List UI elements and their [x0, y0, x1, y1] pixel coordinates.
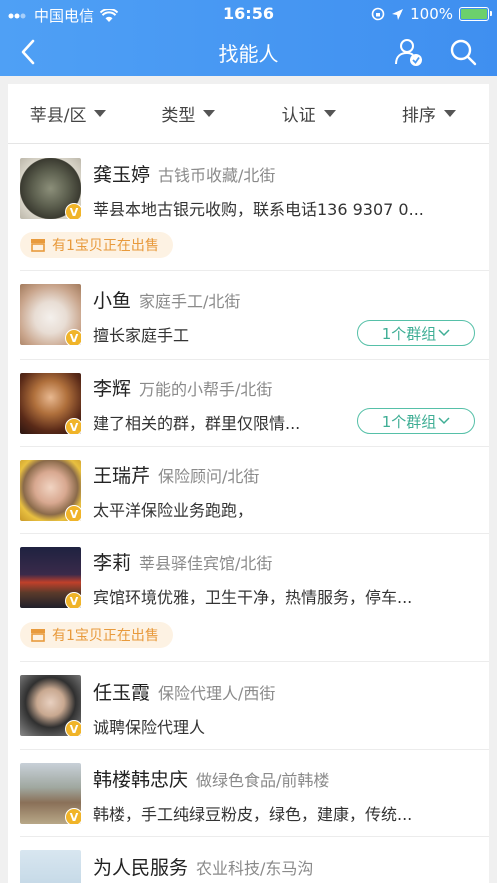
filter-label: 认证	[281, 106, 316, 126]
list-item[interactable]: V 龚玉婷 古钱币收藏/北街 莘县本地古银元收购，联系电话136 9307 0..…	[20, 144, 489, 271]
status-bar: 中国电信 16:56 100%	[0, 0, 497, 28]
caret-down-icon	[203, 110, 216, 117]
verified-badge-icon: V	[65, 720, 81, 736]
group-button[interactable]: 1个群组	[357, 408, 475, 434]
filter-sort[interactable]: 排序	[369, 84, 489, 143]
person-name: 李辉	[93, 378, 132, 400]
group-label: 1个群组	[381, 412, 437, 431]
rotation-lock-icon	[371, 7, 385, 21]
person-name: 韩楼韩忠庆	[93, 769, 189, 791]
chevron-down-icon	[438, 417, 450, 425]
user-verify-icon[interactable]	[393, 36, 425, 68]
avatar: V	[20, 547, 81, 608]
group-button[interactable]: 1个群组	[357, 320, 475, 346]
person-desc: 宾馆环境优雅，卫生干净，热情服务，停车...	[93, 588, 413, 607]
person-tag: 农业科技/东马沟	[196, 859, 314, 878]
list-item[interactable]: 为人民服务 农业科技/东马沟	[20, 837, 489, 883]
person-name: 小鱼	[93, 290, 132, 312]
verified-badge-icon: V	[65, 505, 81, 521]
verified-badge-icon: V	[65, 592, 81, 608]
person-tag: 莘县驿佳宾馆/北街	[139, 554, 273, 573]
on-sale-tag[interactable]: 有1宝贝正在出售	[20, 622, 173, 648]
list-item[interactable]: V 李辉 万能的小帮手/北街 建了相关的群，群里仅限情... 1个群组	[20, 360, 489, 447]
avatar	[20, 850, 81, 883]
avatar: V	[20, 675, 81, 736]
verified-badge-icon: V	[65, 329, 81, 345]
on-sale-label: 有1宝贝正在出售	[52, 628, 159, 644]
verified-badge-icon: V	[65, 418, 81, 434]
battery-percent: 100%	[410, 5, 453, 23]
person-name: 李莉	[93, 552, 132, 574]
list-item[interactable]: V 王瑞芹 保险顾问/北街 太平洋保险业务跑跑，	[20, 447, 489, 534]
avatar: V	[20, 373, 81, 434]
person-name: 任玉霞	[93, 682, 151, 704]
person-desc: 建了相关的群，群里仅限情...	[93, 414, 301, 433]
group-label: 1个群组	[381, 324, 437, 343]
shop-icon	[31, 239, 45, 252]
filter-label: 排序	[401, 106, 436, 126]
avatar: V	[20, 763, 81, 824]
caret-down-icon	[443, 110, 456, 117]
on-sale-tag[interactable]: 有1宝贝正在出售	[20, 232, 173, 258]
person-desc: 韩楼，手工纯绿豆粉皮，绿色，建康，传统...	[93, 805, 413, 824]
avatar: V	[20, 460, 81, 521]
person-name: 王瑞芹	[93, 465, 151, 487]
nav-bar: 找能人	[0, 28, 497, 76]
avatar: V	[20, 284, 81, 345]
people-list: V 龚玉婷 古钱币收藏/北街 莘县本地古银元收购，联系电话136 9307 0..…	[8, 144, 489, 883]
chevron-down-icon	[438, 329, 450, 337]
filter-district[interactable]: 莘县/区	[8, 84, 128, 143]
person-desc: 擅长家庭手工	[93, 326, 190, 345]
caret-down-icon	[323, 110, 336, 117]
verified-badge-icon: V	[65, 808, 81, 824]
person-tag: 万能的小帮手/北街	[139, 380, 273, 399]
list-item[interactable]: V 韩楼韩忠庆 做绿色食品/前韩楼 韩楼，手工纯绿豆粉皮，绿色，建康，传统...	[20, 750, 489, 837]
person-desc: 太平洋保险业务跑跑，	[93, 501, 254, 520]
shop-icon	[31, 629, 45, 642]
list-item[interactable]: V 任玉霞 保险代理人/西街 诚聘保险代理人	[20, 662, 489, 750]
person-tag: 做绿色食品/前韩楼	[196, 771, 330, 790]
list-item[interactable]: V 李莉 莘县驿佳宾馆/北街 宾馆环境优雅，卫生干净，热情服务，停车... 有1宝…	[20, 534, 489, 662]
verified-badge-icon: V	[65, 203, 81, 219]
filter-bar: 莘县/区 类型 认证 排序	[8, 84, 489, 144]
person-tag: 古钱币收藏/北街	[158, 166, 276, 185]
on-sale-label: 有1宝贝正在出售	[52, 238, 159, 254]
avatar: V	[20, 158, 81, 219]
person-name: 龚玉婷	[93, 164, 151, 186]
caret-down-icon	[94, 110, 107, 117]
person-desc: 诚聘保险代理人	[93, 718, 206, 737]
person-tag: 保险顾问/北街	[158, 467, 260, 486]
person-tag: 家庭手工/北街	[139, 292, 241, 311]
location-icon	[392, 8, 404, 20]
person-desc: 莘县本地古银元收购，联系电话136 9307 0...	[93, 200, 424, 219]
filter-label: 类型	[161, 106, 196, 126]
filter-type[interactable]: 类型	[128, 84, 248, 143]
battery-icon	[459, 7, 492, 21]
person-name: 为人民服务	[93, 857, 189, 879]
filter-certification[interactable]: 认证	[249, 84, 369, 143]
person-tag: 保险代理人/西街	[158, 684, 276, 703]
search-icon[interactable]	[447, 36, 479, 68]
filter-label: 莘县/区	[29, 106, 87, 126]
list-item[interactable]: V 小鱼 家庭手工/北街 擅长家庭手工 1个群组	[20, 271, 489, 360]
